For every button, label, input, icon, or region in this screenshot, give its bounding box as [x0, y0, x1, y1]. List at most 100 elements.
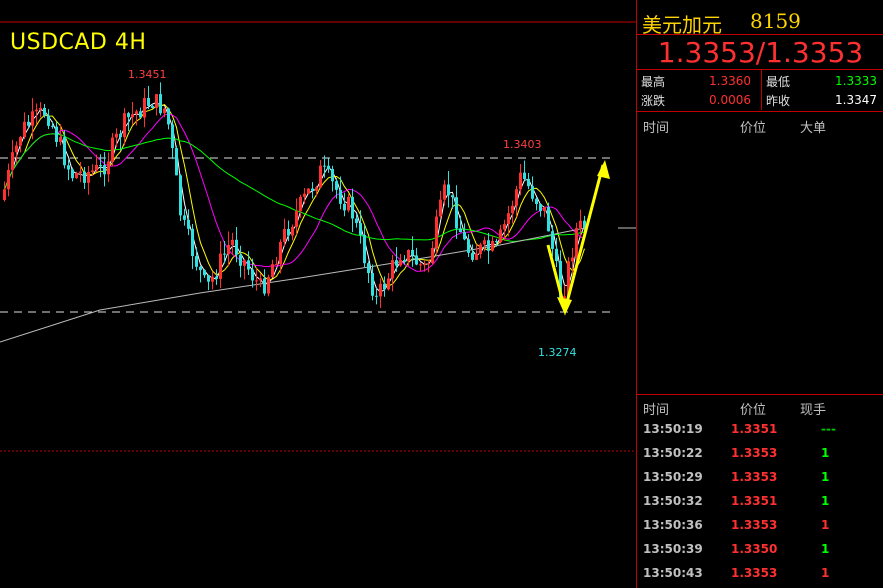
candle-body — [311, 188, 314, 191]
tick-time: 13:50:43 — [643, 566, 703, 580]
candle-body — [419, 264, 422, 266]
candle-body — [71, 169, 74, 179]
candle-body — [323, 165, 326, 167]
candle-body — [511, 205, 514, 214]
candle-body — [83, 171, 86, 183]
tick-price: 1.3353 — [731, 566, 778, 580]
tick-row[interactable]: 13:50:39 1.3350 1 — [637, 538, 883, 562]
candle-body — [503, 224, 506, 230]
candle-body — [75, 173, 78, 179]
tick-volume: 1 — [821, 494, 830, 508]
candlesticks — [3, 82, 586, 312]
candle-body — [427, 263, 430, 265]
candle-body — [339, 189, 342, 204]
candle-body — [199, 266, 202, 271]
tick-row[interactable]: 13:50:36 1.3353 1 — [637, 514, 883, 538]
candle-body — [87, 172, 90, 183]
candle-body — [519, 172, 522, 190]
tick-row[interactable]: 13:50:43 1.3353 1 — [637, 562, 883, 586]
candle-body — [439, 199, 442, 217]
candle-body — [223, 253, 226, 255]
candle-body — [283, 228, 286, 242]
candle-body — [407, 249, 410, 261]
candle-body — [547, 207, 550, 232]
candle-body — [331, 168, 334, 182]
candle-body — [215, 276, 218, 279]
big-orders-big-header: 大单 — [800, 121, 827, 136]
change-label: 涨跌 — [641, 94, 666, 108]
candle-body — [247, 260, 250, 270]
candle-body — [411, 249, 414, 256]
candle-body — [139, 111, 142, 118]
ask-price: 1.3353 — [765, 36, 864, 69]
candle-body — [391, 260, 394, 279]
candle-body — [491, 240, 494, 251]
candle-body — [531, 186, 534, 199]
candle-body — [495, 240, 498, 243]
chart-canvas[interactable] — [0, 0, 636, 588]
stats-grid: 最高 1.3360 最低 1.3333 涨跌 0.0006 昨收 1.3347 — [637, 70, 883, 110]
candle-body — [515, 189, 518, 206]
ticks-vol-header: 现手 — [800, 403, 827, 418]
candle-body — [227, 245, 230, 254]
ma-long-line — [4, 113, 585, 272]
candle-body — [291, 226, 294, 236]
tick-time: 13:50:22 — [643, 446, 703, 460]
candle-body — [235, 239, 238, 255]
tick-row[interactable]: 13:50:22 1.3353 1 — [637, 442, 883, 466]
bid-ask-price: 1.3353/1.3353 — [637, 36, 883, 69]
candle-body — [535, 198, 538, 205]
candle-body — [163, 108, 166, 114]
tick-volume: 1 — [821, 566, 830, 580]
change-value: 0.0006 — [709, 93, 751, 107]
high-label: 最高 — [641, 75, 666, 89]
candle-body — [47, 115, 50, 126]
moving-averages — [0, 102, 586, 343]
candle-body — [111, 137, 114, 162]
candle-body — [319, 165, 322, 188]
prev-close-label: 昨收 — [766, 94, 791, 108]
candle-body — [327, 165, 330, 169]
candle-body — [99, 165, 102, 167]
candle-body — [95, 165, 98, 171]
candle-body — [7, 169, 10, 190]
candle-body — [415, 255, 418, 265]
candle-body — [55, 126, 58, 143]
candle-body — [79, 171, 82, 174]
big-orders-price-header: 价位 — [740, 121, 767, 136]
resistance-price-label: 1.3403 — [503, 138, 542, 151]
candle-body — [183, 215, 186, 220]
divider — [637, 111, 883, 112]
tick-row[interactable]: 13:50:29 1.3353 1 — [637, 466, 883, 490]
tick-price: 1.3353 — [731, 446, 778, 460]
candle-body — [383, 283, 386, 290]
candle-body — [359, 223, 362, 235]
symbol-title: USDCAD 4H — [10, 30, 147, 55]
candle-body — [123, 113, 126, 138]
tick-row[interactable]: 13:50:19 1.3351 --- — [637, 418, 883, 442]
candle-body — [3, 189, 6, 200]
tick-time: 13:50:36 — [643, 518, 703, 532]
candle-body — [255, 280, 258, 282]
candle-body — [307, 188, 310, 194]
price-chart[interactable]: USDCAD 4H 1.3451 1.3403 1.3274 — [0, 0, 636, 588]
low-price-label: 1.3274 — [538, 346, 577, 359]
candle-body — [363, 234, 366, 264]
prev-close-value: 1.3347 — [835, 93, 877, 107]
low-value: 1.3333 — [835, 74, 877, 88]
candle-body — [527, 178, 530, 187]
tick-row[interactable]: 13:50:32 1.3351 1 — [637, 490, 883, 514]
candle-body — [479, 244, 482, 254]
candle-body — [507, 213, 510, 225]
price-separator: / — [755, 36, 766, 69]
instrument-code: 8159 — [750, 9, 801, 33]
tick-volume: --- — [821, 422, 836, 436]
candle-body — [131, 114, 134, 118]
big-orders-time-header: 时间 — [643, 121, 670, 136]
candle-body — [279, 241, 282, 265]
tick-price: 1.3351 — [731, 494, 778, 508]
candle-body — [555, 248, 558, 262]
candle-body — [135, 111, 138, 115]
candle-body — [275, 264, 278, 266]
arrow-head-up — [597, 160, 610, 179]
